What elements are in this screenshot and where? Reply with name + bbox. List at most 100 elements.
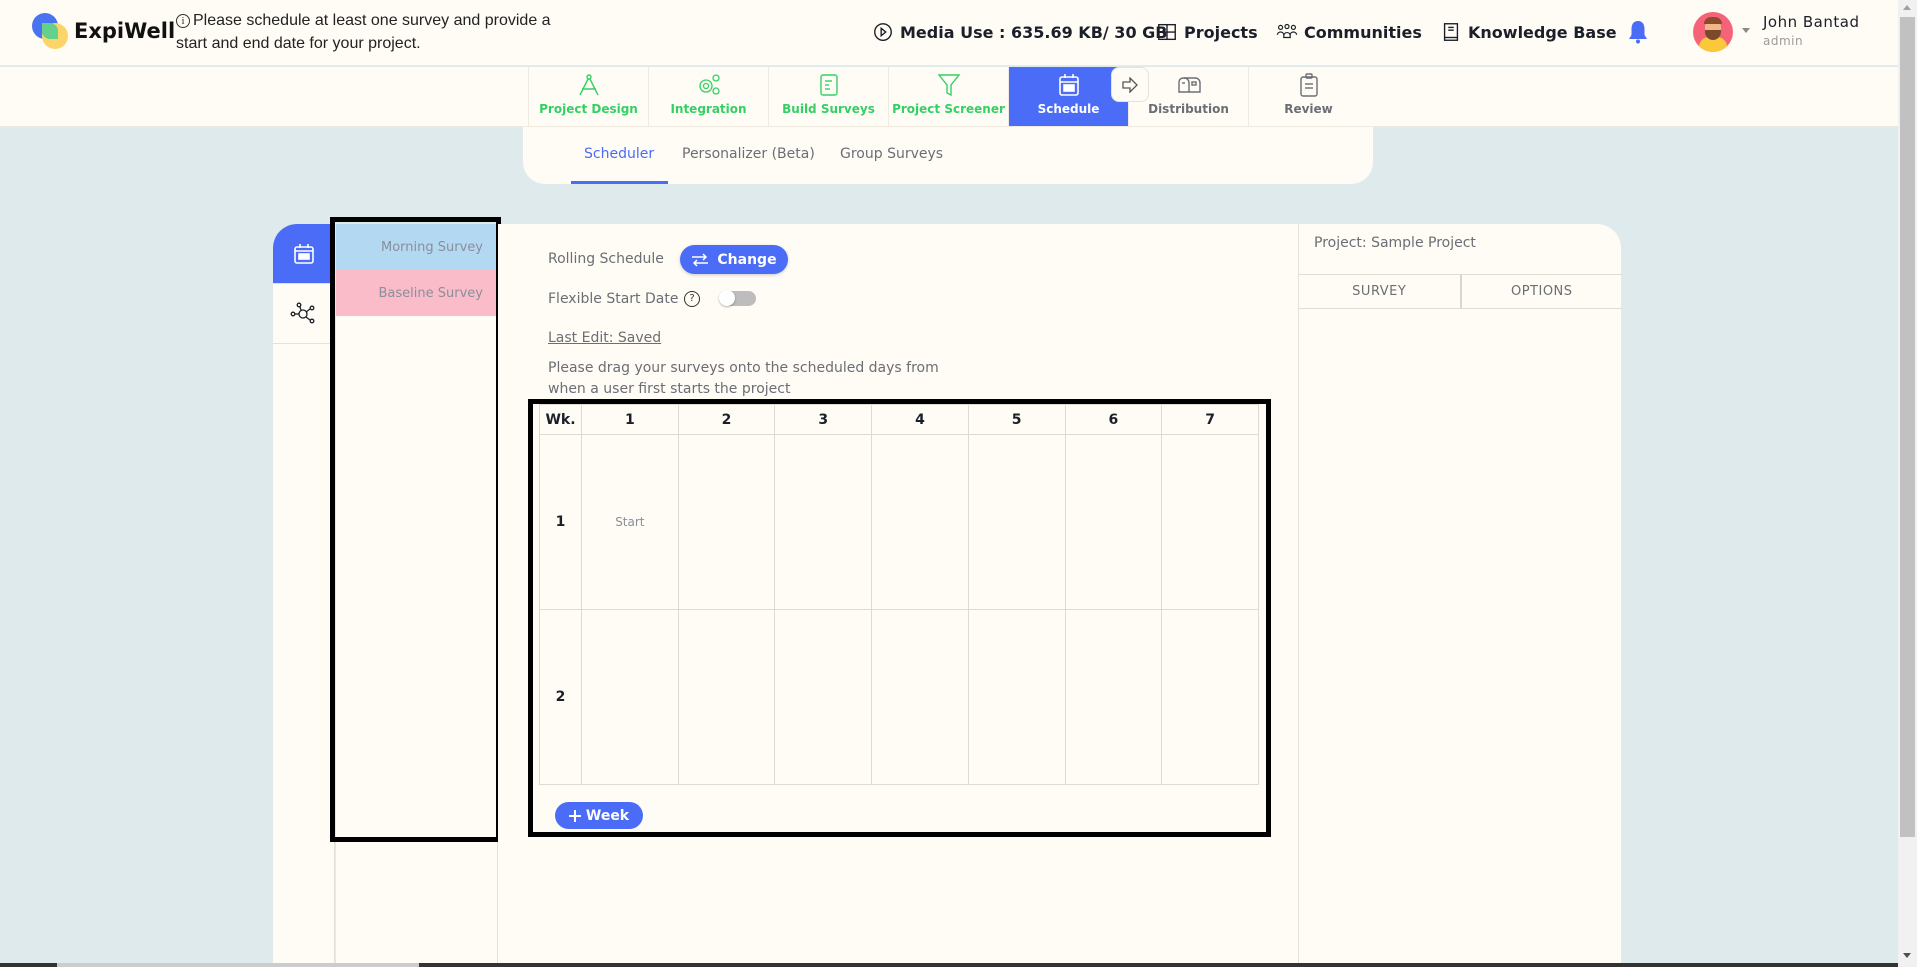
gears-icon — [698, 74, 720, 95]
day-cell[interactable] — [1064, 434, 1163, 610]
compass-icon — [578, 74, 599, 96]
add-week-label: Week — [585, 807, 630, 824]
change-schedule-button[interactable]: Change — [680, 245, 788, 274]
calendar-icon — [1058, 74, 1079, 96]
week-label: 1 — [539, 434, 582, 610]
step-label: Schedule — [1037, 102, 1100, 116]
notifications-bell-icon[interactable] — [1627, 19, 1649, 49]
expiwell-logo-icon[interactable] — [32, 13, 72, 53]
subtab-scheduler[interactable]: Scheduler — [584, 146, 654, 162]
step-label: Distribution — [1148, 102, 1229, 116]
nav-knowledge-base[interactable]: Knowledge Base — [1440, 20, 1617, 44]
step-project-screener[interactable]: Project Screener — [888, 67, 1008, 126]
survey-list: Morning Survey Baseline Survey — [336, 224, 498, 967]
step-label: Project Design — [539, 102, 638, 116]
nav-communities-label: Communities — [1304, 22, 1422, 42]
day-cell[interactable] — [871, 609, 969, 785]
step-review[interactable]: Review — [1248, 67, 1368, 126]
day-cell-start[interactable]: Start — [581, 434, 679, 610]
nav-projects-label: Projects — [1184, 22, 1258, 42]
day-cell[interactable] — [774, 609, 873, 785]
step-project-design[interactable]: Project Design — [528, 67, 648, 126]
filter-icon — [937, 74, 960, 97]
clipboard-icon — [1299, 73, 1318, 97]
document-icon — [819, 74, 838, 96]
week-label: 2 — [539, 609, 582, 785]
tab-options[interactable]: OPTIONS — [1459, 275, 1623, 308]
book-icon — [1443, 23, 1459, 41]
subtab-personalizer[interactable]: Personalizer (Beta) — [682, 146, 815, 162]
user-menu-caret-icon[interactable] — [1742, 28, 1750, 33]
active-subtab-indicator — [571, 181, 668, 184]
scroll-up-arrow-icon[interactable] — [1903, 5, 1911, 10]
grid-header-row: Wk. 1 2 3 4 5 6 7 — [539, 404, 1259, 435]
help-icon[interactable]: ? — [684, 291, 700, 307]
network-icon — [290, 302, 314, 323]
schedule-notice: i Please schedule at least one survey and… — [176, 9, 576, 55]
vertical-scrollbar[interactable] — [1898, 0, 1917, 967]
play-circle-icon — [874, 23, 892, 41]
step-label: Build Surveys — [782, 102, 875, 116]
project-title: Project: Sample Project — [1314, 235, 1476, 251]
rolling-schedule-label: Rolling Schedule — [548, 251, 664, 267]
schedule-grid: Wk. 1 2 3 4 5 6 7 1 Start 2 — [539, 404, 1259, 785]
toggle-knob — [719, 290, 735, 306]
tab-survey[interactable]: SURVEY — [1299, 275, 1460, 308]
step-label: Integration — [670, 102, 747, 116]
day-cell[interactable] — [677, 434, 776, 610]
nav-projects[interactable]: Projects — [1156, 20, 1258, 44]
media-use-text: Media Use : 635.69 KB/ 30 GB — [900, 22, 1168, 42]
mailbox-icon — [1177, 77, 1201, 93]
add-week-button[interactable]: Week — [555, 802, 643, 829]
plus-icon — [568, 809, 581, 822]
day-cell[interactable] — [967, 434, 1066, 610]
day-cell[interactable] — [1161, 609, 1259, 785]
subtab-card: Scheduler Personalizer (Beta) Group Surv… — [523, 127, 1373, 184]
user-avatar[interactable] — [1693, 12, 1733, 52]
project-steps: Project Design Integration Build Surveys… — [528, 67, 1368, 126]
step-label: Project Screener — [892, 102, 1005, 116]
day-header: 5 — [967, 404, 1066, 435]
step-schedule[interactable]: Schedule — [1008, 67, 1128, 126]
week-row: 1 Start — [539, 434, 1259, 610]
day-header: 7 — [1161, 404, 1259, 435]
notice-text: Please schedule at least one survey and … — [176, 12, 551, 52]
user-role: admin — [1763, 34, 1804, 48]
brand-name: ExpiWell — [74, 19, 176, 43]
nav-communities[interactable]: Communities — [1276, 20, 1422, 44]
step-build-surveys[interactable]: Build Surveys — [768, 67, 888, 126]
day-header: 6 — [1064, 404, 1163, 435]
taskbar-segment — [57, 963, 419, 967]
arrow-right-icon — [1122, 76, 1138, 93]
step-label: Review — [1284, 102, 1333, 116]
day-cell[interactable] — [1064, 609, 1163, 785]
scheduler-mode-sidebar — [273, 224, 335, 967]
flexible-start-date-toggle[interactable] — [719, 290, 756, 306]
calendar-mode-button[interactable] — [273, 224, 334, 284]
day-cell[interactable] — [967, 609, 1066, 785]
survey-chip-baseline[interactable]: Baseline Survey — [336, 270, 497, 316]
step-integration[interactable]: Integration — [648, 67, 768, 126]
people-icon — [1276, 23, 1298, 39]
week-row: 2 — [539, 609, 1259, 785]
scroll-down-arrow-icon[interactable] — [1903, 953, 1911, 958]
user-name: John Bantad — [1763, 13, 1860, 31]
last-edit-status[interactable]: Last Edit: Saved — [548, 330, 661, 346]
day-header: 4 — [871, 404, 969, 435]
week-column-header: Wk. — [539, 404, 582, 435]
survey-chip-morning[interactable]: Morning Survey — [336, 224, 497, 270]
next-step-button[interactable] — [1111, 67, 1149, 102]
project-panel-tabs: SURVEY OPTIONS — [1299, 274, 1622, 309]
flexible-start-date-label: Flexible Start Date — [548, 291, 679, 307]
day-cell[interactable] — [774, 434, 873, 610]
day-cell[interactable] — [581, 609, 679, 785]
network-mode-button[interactable] — [273, 284, 334, 344]
scrollbar-thumb[interactable] — [1900, 17, 1915, 837]
top-header: ExpiWell i Please schedule at least one s… — [0, 0, 1898, 66]
calendar-icon — [293, 243, 314, 264]
subtab-group-surveys[interactable]: Group Surveys — [840, 146, 943, 162]
day-cell[interactable] — [1161, 434, 1259, 610]
day-cell[interactable] — [677, 609, 776, 785]
media-use[interactable]: Media Use : 635.69 KB/ 30 GB — [872, 20, 1167, 44]
day-cell[interactable] — [871, 434, 969, 610]
